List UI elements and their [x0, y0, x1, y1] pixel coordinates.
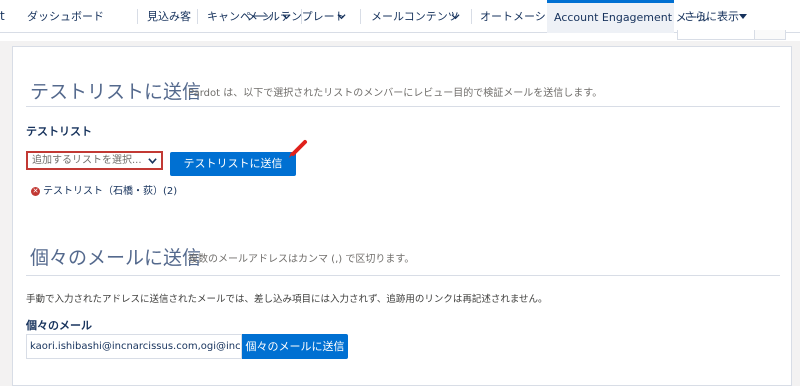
manual-address-note: 手動で入力されたアドレスに送信されたメールでは、差し込み項目には入力されず、追跡…	[26, 294, 548, 305]
test-list-select[interactable]: 追加するリストを選択...	[26, 151, 163, 170]
nav-item-more[interactable]: さらに表示	[674, 0, 764, 33]
remove-icon[interactable]: ✕	[31, 187, 40, 196]
nav-item-label: メールコンテンツ	[371, 10, 459, 23]
top-nav: t ダッシュボード 見込み客 キャンペーン メールテンプレート メールコンテンツ…	[0, 0, 800, 33]
send-to-test-list-button[interactable]: テストリストに送信	[170, 152, 296, 176]
individual-email-input[interactable]: kaori.ishibashi@incnarcissus.com,ogi@inc…	[26, 334, 242, 359]
header-search-input[interactable]	[677, 30, 756, 40]
test-list-select-value: 追加するリストを選択...	[32, 155, 142, 166]
section-divider	[26, 106, 780, 107]
nav-item-automation[interactable]: オートメーション	[472, 0, 568, 33]
chevron-down-icon[interactable]	[337, 12, 346, 21]
chevron-down-icon[interactable]	[451, 12, 460, 21]
send-individual-email-button[interactable]: 個々のメールに送信	[242, 334, 348, 359]
selected-list-item: ✕ テストリスト（石橋・荻）(2)	[31, 182, 177, 197]
chevron-down-icon	[148, 158, 157, 165]
header-search-button[interactable]	[754, 30, 786, 40]
nav-item-label: 見込み客	[147, 10, 191, 23]
selected-list-label: テストリスト（石橋・荻）(2)	[43, 186, 178, 197]
individual-email-title: 個々のメールに送信	[30, 247, 202, 269]
nav-item-dashboard[interactable]: ダッシュボード	[15, 0, 138, 33]
nav-item-label: メールテンプレート	[247, 10, 346, 23]
nav-item-label: さらに表示	[684, 10, 739, 23]
nav-item-email-content[interactable]: メールコンテンツ	[361, 0, 472, 33]
individual-email-label: 個々のメール	[26, 319, 92, 332]
test-list-label: テストリスト	[26, 125, 92, 138]
nav-item-account-engagement-email[interactable]: Account Engagement メール	[547, 0, 709, 33]
test-list-title: テストリストに送信	[30, 81, 202, 103]
app-name-fragment: t	[0, 9, 5, 23]
test-list-description: Pardot は、以下で選択されたリストのメンバーにレビュー目的で検証メールを送…	[188, 88, 603, 99]
nav-item-prospects[interactable]: 見込み客	[138, 0, 198, 33]
nav-item-email-templates[interactable]: メールテンプレート	[237, 0, 361, 33]
red-pen-annotation-icon	[289, 140, 307, 158]
individual-email-description: 複数のメールアドレスはカンマ (,) で区切ります。	[188, 254, 415, 265]
send-test-card: テストリストに送信 Pardot は、以下で選択されたリストのメンバーにレビュー…	[12, 46, 792, 386]
nav-item-label: ダッシュボード	[27, 10, 104, 23]
section-divider	[26, 275, 780, 276]
caret-down-icon	[739, 14, 747, 19]
